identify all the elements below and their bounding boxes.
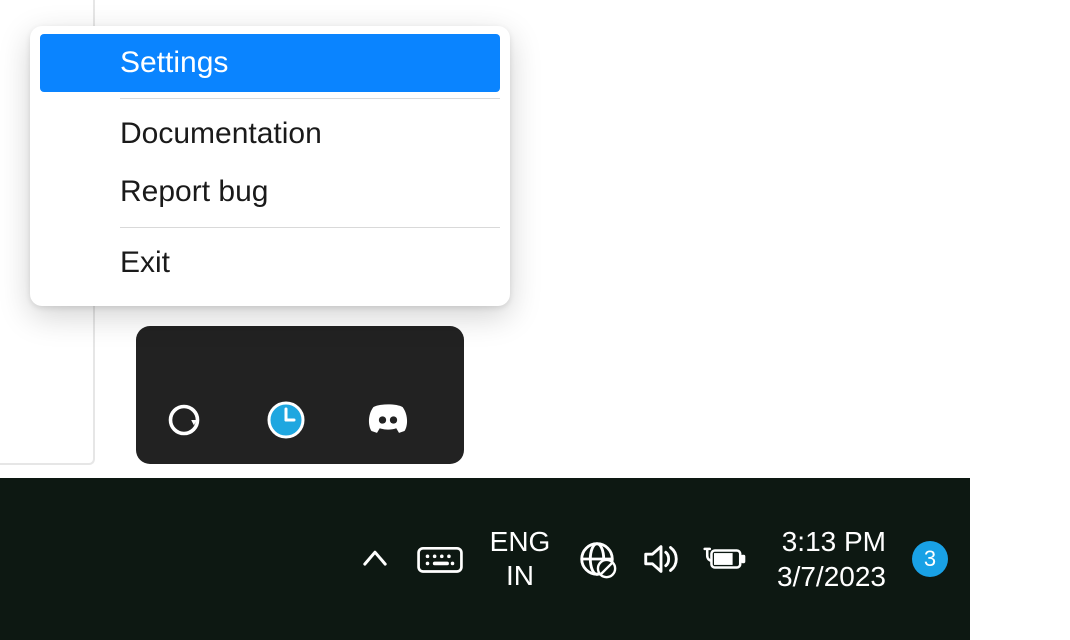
menu-item-settings[interactable]: Settings <box>40 34 500 92</box>
taskbar: ENG IN 3:13 PM 3/7/2023 3 <box>0 478 970 640</box>
language-code-top: ENG <box>485 525 555 559</box>
desktop-blank <box>970 478 1070 640</box>
menu-item-label: Documentation <box>120 117 322 151</box>
menu-separator <box>120 227 500 228</box>
notification-badge[interactable]: 3 <box>912 541 948 577</box>
network-no-internet-icon[interactable] <box>575 537 619 581</box>
menu-item-label: Settings <box>120 46 228 80</box>
tray-overflow-chevron-icon[interactable] <box>355 539 395 579</box>
notification-count: 3 <box>924 546 936 572</box>
taskbar-date: 3/7/2023 <box>777 559 886 594</box>
input-language-indicator[interactable]: ENG IN <box>485 525 555 592</box>
tray-overflow-flyout <box>136 326 464 464</box>
taskbar-time: 3:13 PM <box>777 524 886 559</box>
battery-charging-icon[interactable] <box>703 537 747 581</box>
clock-date[interactable]: 3:13 PM 3/7/2023 <box>777 524 886 594</box>
touch-keyboard-icon[interactable] <box>415 539 465 579</box>
menu-item-label: Exit <box>120 246 170 280</box>
volume-icon[interactable] <box>639 537 683 581</box>
clock-icon[interactable] <box>264 398 308 442</box>
menu-item-documentation[interactable]: Documentation <box>40 105 500 163</box>
grammarly-icon[interactable] <box>162 398 206 442</box>
discord-icon[interactable] <box>366 398 410 442</box>
language-code-bottom: IN <box>485 559 555 593</box>
menu-item-exit[interactable]: Exit <box>40 234 500 292</box>
tray-context-menu: Settings Documentation Report bug Exit <box>30 26 510 306</box>
menu-separator <box>120 98 500 99</box>
menu-item-label: Report bug <box>120 175 268 209</box>
menu-item-report-bug[interactable]: Report bug <box>40 163 500 221</box>
